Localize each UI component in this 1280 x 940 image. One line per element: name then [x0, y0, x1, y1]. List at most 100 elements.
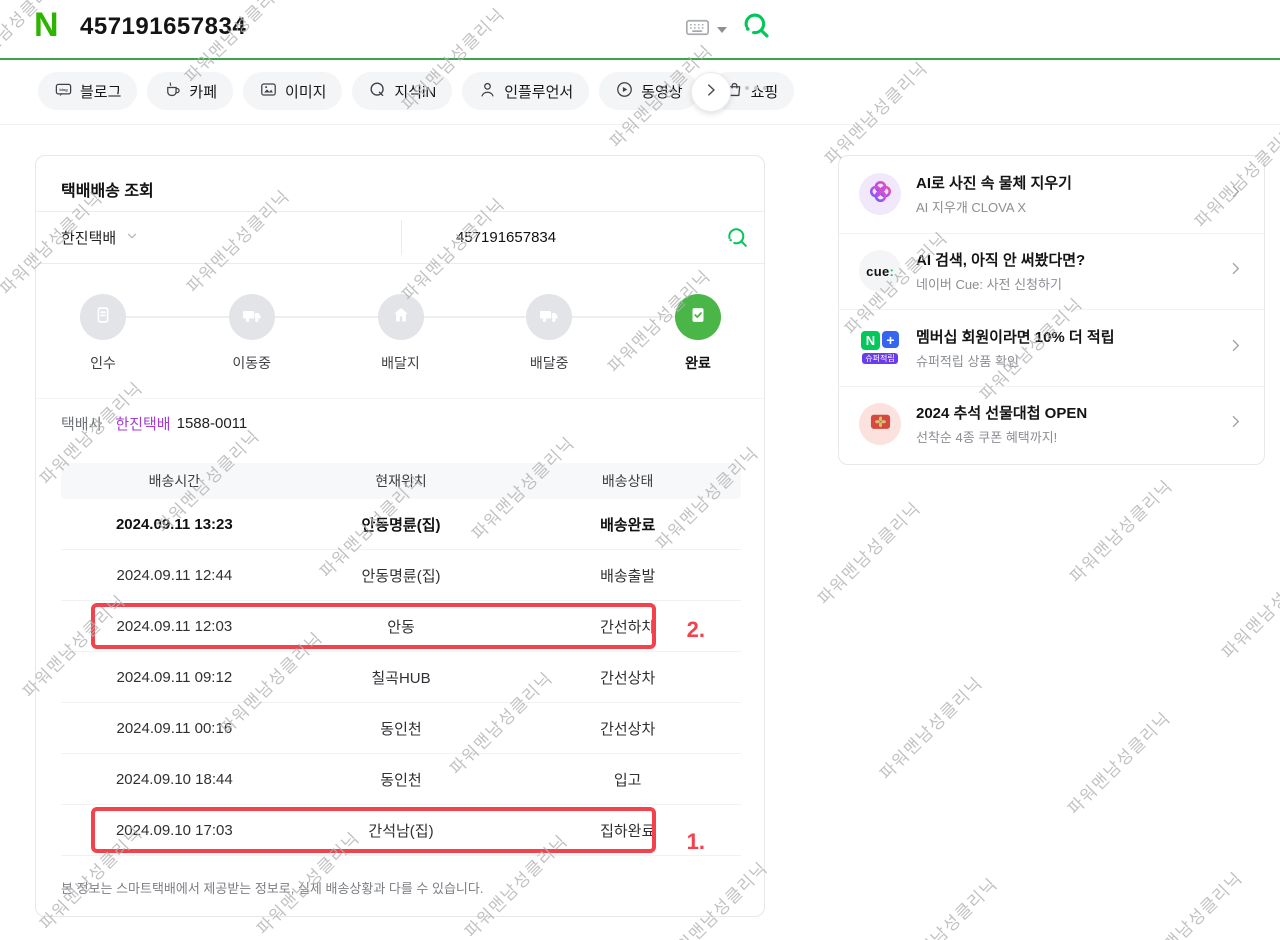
tracking-search-button[interactable] — [726, 226, 750, 255]
step-label: 배달지 — [351, 353, 451, 373]
cell-status: 간선상차 — [514, 718, 741, 739]
step-label: 인수 — [53, 353, 153, 373]
membership-icon: N+ 슈퍼적립 — [859, 327, 901, 369]
tab-label: 카페 — [189, 81, 217, 102]
suggestion-title: 멤버십 회원이라면 10% 더 적립 — [916, 326, 1219, 347]
gift-icon — [859, 403, 901, 445]
clova-x-icon — [859, 173, 901, 215]
watermark: 파워맨남성클리닉 — [1215, 549, 1280, 664]
table-row: 2024.09.11 12:44안동명륜(집)배송출발 — [61, 550, 741, 601]
check-doc-icon — [687, 304, 709, 331]
column-header: 현재위치 — [288, 471, 515, 491]
step-circle — [675, 294, 721, 340]
suggestion-item-clova-eraser[interactable]: AI로 사진 속 물체 지우기 AI 지우개 CLOVA X — [839, 156, 1264, 233]
courier-label: 택배사 — [61, 413, 102, 434]
chevron-right-icon — [702, 81, 720, 104]
suggestion-subtitle: 선착순 4종 쿠폰 혜택까지! — [916, 427, 1219, 446]
step-complete: 완료 — [648, 294, 748, 373]
card-title: 택배배송 조회 — [61, 177, 154, 201]
suggestion-item-chuseok-event[interactable]: 2024 추석 선물대첩 OPEN선착순 4종 쿠폰 혜택까지! — [839, 386, 1264, 463]
table-row: 2024.09.11 09:12칠곡HUB간선상차 — [61, 652, 741, 703]
table-row: 2024.09.11 13:23안동명륜(집)배송완료 — [61, 499, 741, 550]
cell-location: 안동명륜(집) — [288, 514, 515, 535]
cell-status: 배송출발 — [514, 565, 741, 586]
truck-icon — [537, 303, 561, 332]
step-delivering: 배달중 — [499, 294, 599, 373]
disclaimer-text: 본 정보는 스마트택배에서 제공받는 정보로, 실제 배송상황과 다를 수 있습… — [61, 878, 483, 897]
membership-badge-top: N+ — [859, 331, 901, 350]
tab-label: 이미지 — [285, 81, 326, 102]
step-circle — [80, 294, 126, 340]
keyboard-icon[interactable] — [684, 14, 727, 46]
cell-time: 2024.09.11 09:12 — [61, 669, 288, 686]
step-label: 이동중 — [202, 353, 302, 373]
home-icon — [390, 304, 412, 331]
step-circle — [526, 294, 572, 340]
cell-time: 2024.09.11 00:16 — [61, 720, 288, 737]
tab-image[interactable]: 이미지 — [243, 72, 342, 110]
step-label: 배달중 — [499, 353, 599, 373]
suggestion-text: 2024 추석 선물대첩 OPEN선착순 4종 쿠폰 혜택까지! — [916, 402, 1219, 446]
tab-blog[interactable]: blog 블로그 — [38, 72, 137, 110]
membership-badge-label: 슈퍼적립 — [862, 353, 897, 364]
influencer-icon — [478, 80, 497, 103]
step-label: 완료 — [648, 353, 748, 373]
suggestion-subtitle: 네이버 Cue: 사전 신청하기 — [916, 274, 1219, 293]
courier-info: 택배사 한진택배 1588-0011 — [61, 408, 247, 438]
keyboard-glyph — [684, 14, 711, 46]
search-header: N 457191657834 — [0, 0, 1280, 60]
suggestion-subtitle: 슈퍼적립 상품 확인 — [916, 351, 1219, 370]
tab-kin[interactable]: 지식iN — [352, 72, 452, 110]
tab-influencer[interactable]: 인플루언서 — [462, 72, 589, 110]
watermark: 파워맨남성클리닉 — [1063, 473, 1178, 588]
courier-phone: 1588-0011 — [177, 415, 248, 432]
step-pickup: 인수 — [53, 294, 153, 373]
suggestion-title: AI로 사진 속 물체 지우기 — [916, 172, 1219, 193]
tracking-history-table: 배송시간현재위치배송상태 2024.09.11 13:23안동명륜(집)배송완료… — [61, 463, 741, 856]
search-icon — [742, 28, 772, 45]
table-row: 2024.09.10 17:03간석남(집)집하완료1. — [61, 805, 741, 856]
chevron-right-icon — [1227, 260, 1244, 282]
cell-status: 간선하차 — [514, 616, 741, 637]
tabs-scroll-button[interactable] — [691, 72, 731, 112]
svg-text:blog: blog — [59, 86, 68, 91]
membership-badge: N+ 슈퍼적립 — [859, 331, 901, 364]
courier-select[interactable]: 한진택배 — [61, 212, 139, 263]
divider — [401, 220, 402, 255]
suggestion-subtitle: AI 지우개 CLOVA X — [916, 197, 1219, 216]
plus-badge: + — [882, 331, 899, 348]
tab-video[interactable]: 동영상 — [599, 72, 698, 110]
suggestion-text: AI로 사진 속 물체 지우기 AI 지우개 CLOVA X — [916, 172, 1219, 216]
suggestion-panel: AI로 사진 속 물체 지우기AI 지우개 CLOVA Xcue:AI 검색, … — [838, 155, 1265, 465]
clova-x-icon — [867, 178, 894, 210]
step-in-transit: 이동중 — [202, 294, 302, 373]
search-button[interactable] — [742, 11, 772, 46]
cue-colon: : — [889, 264, 893, 279]
tab-cafe[interactable]: 카페 — [147, 72, 233, 110]
cell-status: 간선상차 — [514, 667, 741, 688]
courier-name-link[interactable]: 한진택배 — [115, 413, 170, 434]
more-options-button[interactable] — [745, 86, 767, 90]
tab-label: 동영상 — [641, 81, 682, 102]
suggestion-item-cue-search[interactable]: cue:AI 검색, 아직 안 써봤다면?네이버 Cue: 사전 신청하기 — [839, 233, 1264, 310]
search-input[interactable]: 457191657834 — [80, 13, 246, 41]
cell-status: 배송완료 — [514, 514, 741, 535]
step-circle — [378, 294, 424, 340]
column-header: 배송상태 — [514, 471, 741, 491]
naver-n-badge: N — [861, 331, 880, 350]
tracking-number-input[interactable]: 457191657834 — [456, 212, 556, 263]
tab-label: 지식iN — [394, 81, 436, 102]
suggestion-item-membership[interactable]: N+ 슈퍼적립 멤버십 회원이라면 10% 더 적립슈퍼적립 상품 확인 — [839, 309, 1264, 386]
naver-logo[interactable]: N — [34, 6, 58, 45]
page: N 457191657834 — [0, 0, 1280, 940]
chevron-down-icon — [717, 27, 727, 33]
cell-location: 칠곡HUB — [288, 667, 515, 688]
tab-label: 블로그 — [80, 81, 121, 102]
cell-location: 안동 — [288, 616, 515, 637]
suggestion-title: AI 검색, 아직 안 써봤다면? — [916, 249, 1219, 270]
more-icon — [745, 86, 749, 90]
cell-time: 2024.09.11 12:03 — [61, 618, 288, 635]
table-row: 2024.09.10 18:44동인천입고 — [61, 754, 741, 805]
cell-location: 안동명륜(집) — [288, 565, 515, 586]
cell-location: 간석남(집) — [288, 820, 515, 841]
